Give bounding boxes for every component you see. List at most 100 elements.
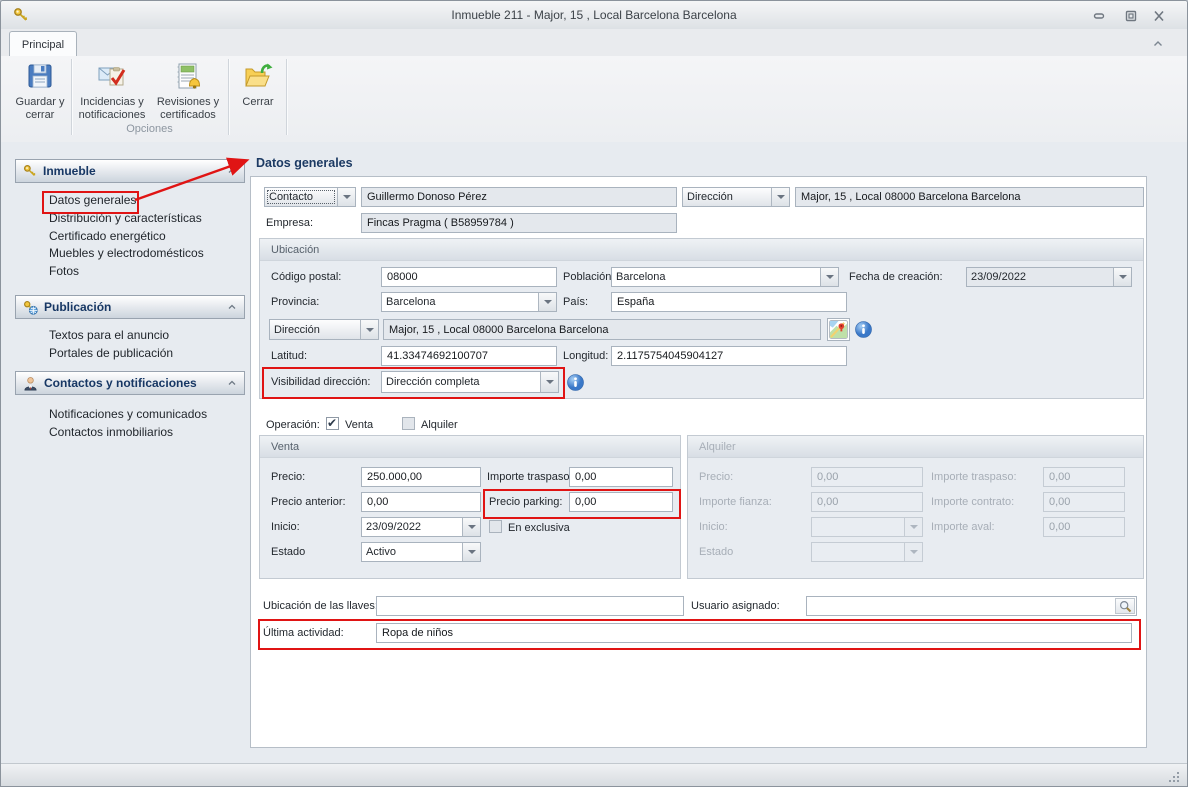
chevron-down-icon[interactable] [337, 188, 355, 206]
usuario-asignado-input[interactable] [806, 596, 1137, 616]
app-window: Inmueble 211 - Major, 15 , Local Barcelo… [0, 0, 1188, 787]
longitud-input[interactable]: 2.1175754045904127 [611, 346, 847, 366]
alquiler-importe-traspaso-label: Importe traspaso: [931, 467, 1017, 487]
chevron-down-icon[interactable] [771, 188, 789, 206]
map-button[interactable] [827, 318, 850, 341]
chevron-down-icon[interactable] [360, 320, 378, 339]
precio-anterior-input[interactable]: 0,00 [361, 492, 481, 512]
alquiler-checkbox-label: Alquiler [421, 415, 458, 435]
direccion-ubicacion-selector[interactable]: Dirección [269, 319, 379, 340]
sidebar-item-muebles[interactable]: Muebles y electrodomésticos [49, 244, 204, 261]
sidebar-item-fotos[interactable]: Fotos [49, 262, 79, 279]
revisions-certificates-button[interactable]: Revisiones y certificados [151, 59, 225, 122]
sidebar-item-contactos-inmobiliarios[interactable]: Contactos inmobiliarios [49, 423, 173, 440]
info-icon[interactable] [567, 374, 584, 391]
importe-contrato-label: Importe contrato: [931, 492, 1014, 512]
venta-checkbox-label: Venta [345, 415, 373, 435]
precio-anterior-label: Precio anterior: [271, 492, 346, 512]
alquiler-importe-traspaso-input: 0,00 [1043, 467, 1125, 487]
pais-input[interactable]: España [611, 292, 847, 312]
info-icon[interactable] [855, 321, 872, 338]
alquiler-estado-label: Estado [699, 542, 733, 562]
llaves-label: Ubicación de las llaves: [263, 596, 378, 616]
minimize-button[interactable] [1091, 9, 1107, 23]
empresa-label: Empresa: [266, 213, 313, 233]
contacto-value-field: Guillermo Donoso Pérez [361, 187, 677, 207]
operacion-label: Operación: [266, 415, 320, 435]
importe-aval-label: Importe aval: [931, 517, 995, 537]
alquiler-precio-label: Precio: [699, 467, 733, 487]
chevron-down-icon [904, 518, 922, 536]
sidebar-item-textos-anuncio[interactable]: Textos para el anuncio [49, 326, 169, 343]
save-icon [24, 60, 56, 92]
sidebar-item-datos-generales[interactable]: Datos generales [49, 191, 136, 208]
pais-label: País: [563, 292, 588, 312]
poblacion-combobox[interactable]: Barcelona [611, 267, 839, 287]
visibilidad-label: Visibilidad dirección: [271, 372, 370, 392]
maximize-button[interactable] [1123, 9, 1139, 23]
fecha-creacion-combobox[interactable]: 23/09/2022 [966, 267, 1132, 287]
chevron-down-icon[interactable] [820, 268, 838, 286]
en-exclusiva-label: En exclusiva [508, 518, 570, 538]
alquiler-estado-combobox [811, 542, 923, 562]
sidebar-item-notificaciones[interactable]: Notificaciones y comunicados [49, 405, 207, 422]
sidebar-group-publicacion[interactable]: Publicación [15, 295, 245, 319]
chevron-down-icon[interactable] [462, 543, 480, 561]
key-icon [23, 164, 37, 178]
ultima-actividad-field[interactable]: Ropa de niños [376, 623, 1132, 643]
alquiler-inicio-combobox [811, 517, 923, 537]
revisions-icon [172, 60, 204, 92]
chevron-up-icon [227, 167, 237, 175]
precio-parking-input[interactable]: 0,00 [569, 492, 673, 512]
ribbon-tab-row: Principal [1, 29, 1187, 56]
window-title: Inmueble 211 - Major, 15 , Local Barcelo… [1, 1, 1187, 29]
title-bar: Inmueble 211 - Major, 15 , Local Barcelo… [1, 1, 1187, 30]
alquiler-checkbox[interactable] [402, 417, 415, 430]
chevron-down-icon[interactable] [540, 372, 558, 392]
search-user-button[interactable] [1115, 598, 1135, 614]
provincia-combobox[interactable]: Barcelona [381, 292, 557, 312]
llaves-input[interactable] [376, 596, 684, 616]
importe-traspaso-input[interactable]: 0,00 [569, 467, 673, 487]
direccion-selector[interactable]: Dirección [682, 187, 790, 207]
visibilidad-combobox[interactable]: Dirección completa [381, 371, 559, 393]
chevron-down-icon[interactable] [538, 293, 556, 311]
tab-principal[interactable]: Principal [9, 31, 77, 57]
en-exclusiva-checkbox [489, 520, 502, 533]
precio-input[interactable]: 250.000,00 [361, 467, 481, 487]
save-close-button[interactable]: Guardar y cerrar [13, 59, 67, 122]
empresa-field: Fincas Pragma ( B58959784 ) [361, 213, 677, 233]
venta-checkbox[interactable] [326, 417, 339, 430]
chevron-up-icon [227, 303, 237, 311]
inicio-label: Inicio: [271, 517, 300, 537]
sidebar-group-contactos[interactable]: Contactos y notificaciones [15, 371, 245, 395]
alquiler-precio-input: 0,00 [811, 467, 923, 487]
latitud-input[interactable]: 41.33474692100707 [381, 346, 557, 366]
ribbon-collapse-icon[interactable] [1149, 37, 1167, 51]
incidents-notifications-button[interactable]: Incidencias y notificaciones [75, 59, 149, 122]
ribbon-separator [286, 59, 287, 135]
close-folder-icon [242, 60, 274, 92]
sidebar-item-certificado[interactable]: Certificado energético [49, 227, 166, 244]
sidebar-item-distribucion[interactable]: Distribución y características [49, 209, 202, 226]
close-button[interactable] [1151, 9, 1167, 23]
incidents-icon [96, 60, 128, 92]
key-globe-icon [23, 300, 38, 315]
sidebar-group-inmueble[interactable]: Inmueble [15, 159, 245, 183]
chevron-down-icon[interactable] [462, 518, 480, 536]
cerrar-button[interactable]: Cerrar [233, 59, 283, 109]
resize-grip[interactable] [1167, 770, 1181, 784]
ultima-actividad-label: Última actividad: [263, 623, 344, 643]
contacto-selector[interactable]: Contacto [264, 187, 356, 207]
codigo-postal-input[interactable]: 08000 [381, 267, 557, 287]
inicio-combobox[interactable]: 23/09/2022 [361, 517, 481, 537]
estado-combobox[interactable]: Activo [361, 542, 481, 562]
sidebar-item-portales[interactable]: Portales de publicación [49, 344, 173, 361]
direccion-ubicacion-field: Major, 15 , Local 08000 Barcelona Barcel… [383, 319, 821, 340]
alquiler-inicio-label: Inicio: [699, 517, 728, 537]
provincia-label: Provincia: [271, 292, 319, 312]
chevron-down-icon[interactable] [1113, 268, 1131, 286]
importe-fianza-label: Importe fianza: [699, 492, 772, 512]
ubicacion-group-title: Ubicación [260, 239, 1143, 261]
usuario-asignado-label: Usuario asignado: [691, 596, 780, 616]
